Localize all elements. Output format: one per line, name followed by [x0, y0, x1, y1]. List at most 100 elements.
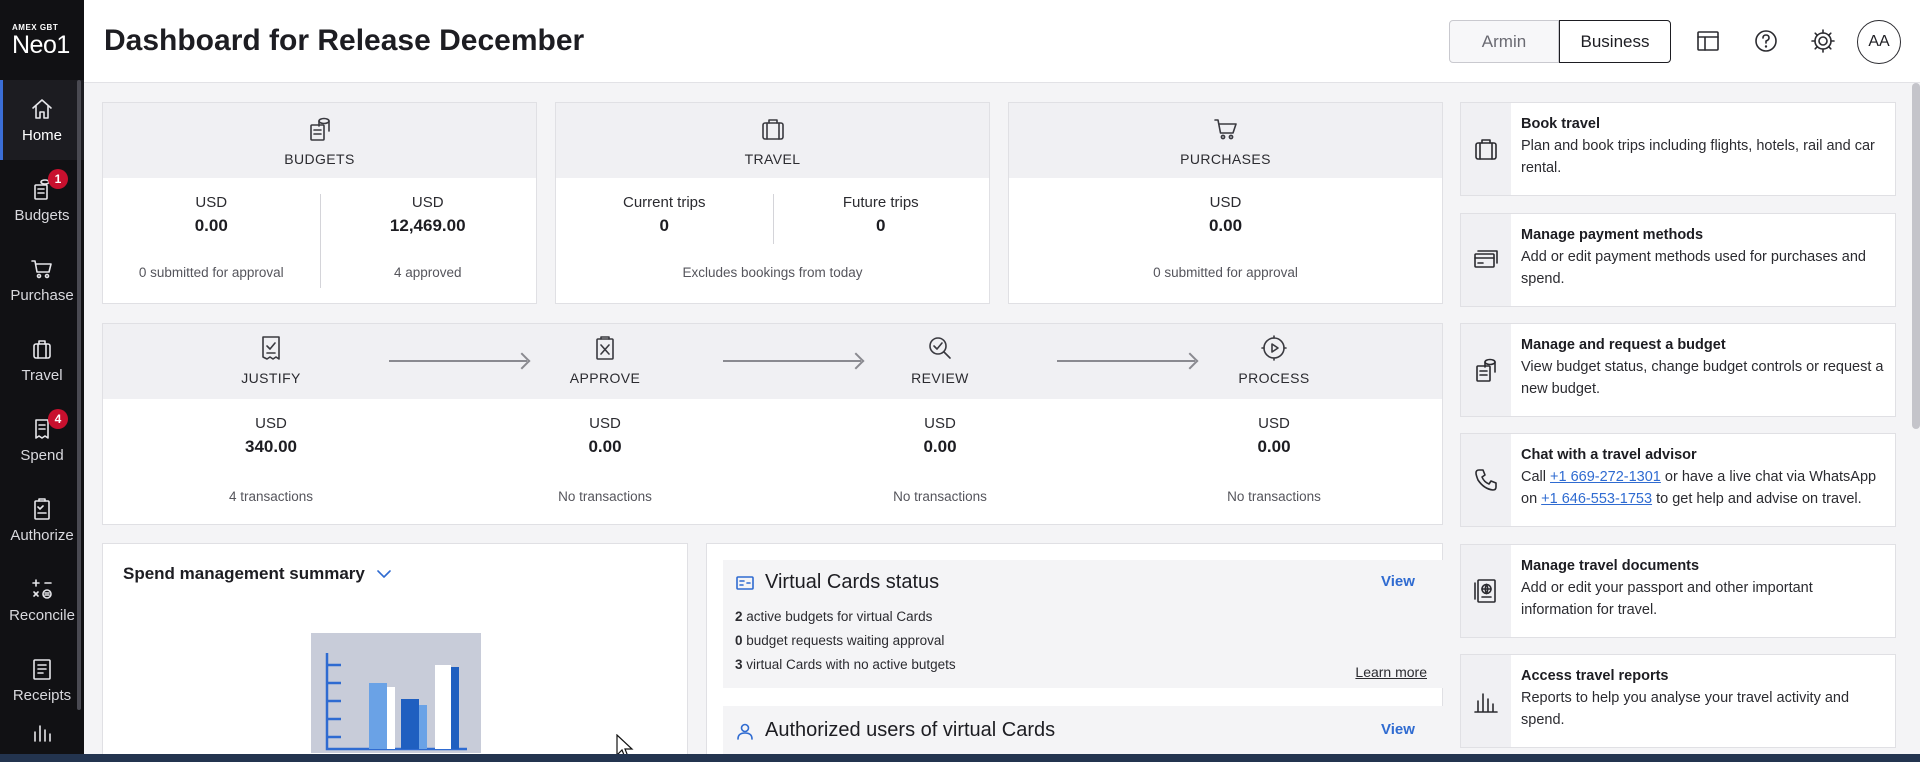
- phone-link-1[interactable]: +1 669-272-1301: [1550, 469, 1661, 485]
- action-title: Manage travel documents: [1521, 558, 1700, 574]
- sidebar-item-home[interactable]: Home: [0, 80, 84, 160]
- current-trips: Current trips 0: [556, 178, 773, 304]
- sidebar-item-label: Budgets: [14, 206, 70, 224]
- justify-icon: [257, 334, 285, 362]
- purchases-submitted-text: 0 submitted for approval: [1153, 265, 1298, 280]
- step-heading: APPROVE: [569, 370, 641, 386]
- sidebar: AMEX GBT Neo1 Home 1 Budgets Purchase Tr…: [0, 0, 84, 762]
- review-icon: [926, 334, 954, 362]
- sidebar-item-label: Authorize: [10, 526, 74, 544]
- purchases-amount: USD 0.00 0 submitted for approval: [1009, 178, 1442, 304]
- authorized-users-view-link[interactable]: View: [1381, 721, 1415, 738]
- step-justify[interactable]: JUSTIFY: [171, 334, 371, 386]
- budgets-approved: USD 12,469.00 4 approved: [319, 178, 537, 304]
- flow-header: JUSTIFY APPROVE REVIEW PROCESS: [103, 324, 1442, 399]
- amount-value: 0.00: [1257, 437, 1291, 456]
- avatar[interactable]: AA: [1857, 20, 1901, 64]
- action-icon-box: [1461, 103, 1511, 195]
- action-title: Manage payment methods: [1521, 227, 1704, 243]
- vc-count: 0: [735, 633, 743, 648]
- currency-label: USD: [255, 415, 287, 432]
- amount-value: 12,469.00: [389, 216, 466, 235]
- action-manage-budget[interactable]: Manage and request a budget View budget s…: [1460, 323, 1896, 417]
- transactions-text: No transactions: [558, 489, 652, 504]
- calculator-icon: [30, 577, 54, 601]
- brand-name: Neo1: [12, 30, 70, 59]
- phone-link-2[interactable]: +1 646-553-1753: [1541, 491, 1652, 507]
- sidebar-item-reports[interactable]: [0, 720, 84, 750]
- sidebar-item-label: Travel: [21, 366, 63, 384]
- amount-value: 0.00: [194, 216, 228, 235]
- vc-active-budgets: 2 active budgets for virtual Cards: [735, 609, 932, 624]
- sidebar-item-budgets[interactable]: 1 Budgets: [0, 160, 84, 240]
- virtual-cards-card: Virtual Cards status View 2 active budge…: [706, 543, 1445, 762]
- currency-label: USD: [924, 415, 956, 432]
- sidebar-item-travel[interactable]: Travel: [0, 320, 84, 400]
- toggle-personal-button[interactable]: Armin: [1449, 20, 1559, 63]
- sidebar-item-authorize[interactable]: Authorize: [0, 480, 84, 560]
- budgets-submitted: USD 0.00 0 submitted for approval: [103, 178, 320, 304]
- spend-summary-title[interactable]: Spend management summary: [123, 564, 393, 584]
- suitcase-icon: [759, 115, 787, 143]
- future-trips: Future trips 0: [772, 178, 990, 304]
- sidebar-item-reconcile[interactable]: Reconcile: [0, 560, 84, 640]
- currency-label: USD: [1209, 194, 1242, 211]
- authorized-users-title: Authorized users of virtual Cards: [735, 719, 1055, 742]
- action-title: Manage and request a budget: [1521, 337, 1726, 353]
- virtual-cards-view-link[interactable]: View: [1381, 573, 1415, 590]
- currency-label: USD: [411, 194, 444, 211]
- gear-icon[interactable]: [1809, 27, 1837, 55]
- future-trips-label: Future trips: [842, 194, 919, 211]
- page-scrollbar[interactable]: [1912, 83, 1920, 429]
- action-access-travel-reports[interactable]: Access travel reports Reports to help you…: [1460, 654, 1896, 748]
- chevron-down-icon[interactable]: [375, 565, 393, 583]
- sidebar-item-purchase[interactable]: Purchase: [0, 240, 84, 320]
- spend-summary-illustration: [311, 633, 481, 753]
- receipt-icon: 4: [30, 408, 68, 441]
- budgets-badge: 1: [48, 168, 68, 189]
- budgets-heading: BUDGETS: [284, 150, 355, 167]
- action-title: Book travel: [1521, 116, 1600, 132]
- step-process[interactable]: PROCESS: [1174, 334, 1374, 386]
- toggle-business-button[interactable]: Business: [1559, 20, 1671, 63]
- budgets-approved-text: 4 approved: [393, 265, 462, 280]
- sidebar-item-spend[interactable]: 4 Spend: [0, 400, 84, 480]
- spend-summary-title-text: Spend management summary: [123, 564, 365, 583]
- page-title: Dashboard for Release December: [104, 24, 585, 57]
- currency-label: USD: [1258, 415, 1290, 432]
- action-book-travel[interactable]: Book travel Plan and book trips including…: [1460, 102, 1896, 196]
- phone-icon: [1472, 466, 1500, 494]
- sidebar-item-receipts[interactable]: Receipts: [0, 640, 84, 720]
- learn-more-link[interactable]: Learn more: [1355, 664, 1427, 680]
- action-description: Plan and book trips including flights, h…: [1521, 138, 1875, 176]
- bar-chart-icon: [30, 720, 54, 744]
- current-trips-value: 0: [659, 216, 669, 235]
- purchases-card[interactable]: PURCHASES USD 0.00 0 submitted for appro…: [1008, 102, 1443, 304]
- spend-badge: 4: [48, 408, 68, 429]
- budget-icon: 1: [30, 168, 68, 201]
- amount-value: 0.00: [588, 437, 622, 456]
- clipboard-icon: [30, 497, 54, 521]
- action-chat-travel-advisor[interactable]: Chat with a travel advisor Call +1 669-2…: [1460, 433, 1896, 527]
- budgets-submitted-text: 0 submitted for approval: [138, 265, 284, 280]
- vc-line-text: virtual Cards with no active butgets: [746, 657, 956, 672]
- action-manage-travel-documents[interactable]: Manage travel documents Add or edit your …: [1460, 544, 1896, 638]
- brand-logo[interactable]: AMEX GBT Neo1: [0, 0, 84, 80]
- step-review[interactable]: REVIEW: [840, 334, 1040, 386]
- cart-icon: [1212, 115, 1240, 143]
- action-manage-payment-methods[interactable]: Manage payment methods Add or edit paymen…: [1460, 213, 1896, 307]
- vc-budget-requests: 0 budget requests waiting approval: [735, 633, 944, 648]
- step-approve[interactable]: APPROVE: [505, 334, 705, 386]
- sidebar-item-label: Spend: [20, 446, 64, 464]
- travel-card[interactable]: TRAVEL Current trips 0 Future trips 0 Ex…: [555, 102, 990, 304]
- budgets-card[interactable]: BUDGETS USD 0.00 0 submitted for approva…: [102, 102, 537, 304]
- sidebar-item-label: Receipts: [12, 686, 72, 704]
- help-icon[interactable]: [1752, 27, 1780, 55]
- amount-value: 0.00: [923, 437, 957, 456]
- layout-icon[interactable]: [1694, 27, 1722, 55]
- sidebar-scrollbar[interactable]: [77, 80, 81, 710]
- amount-value: 340.00: [245, 437, 297, 456]
- action-icon-box: [1461, 545, 1511, 637]
- action-description: Reports to help you analyse your travel …: [1521, 690, 1850, 728]
- receipts-icon: [30, 657, 54, 681]
